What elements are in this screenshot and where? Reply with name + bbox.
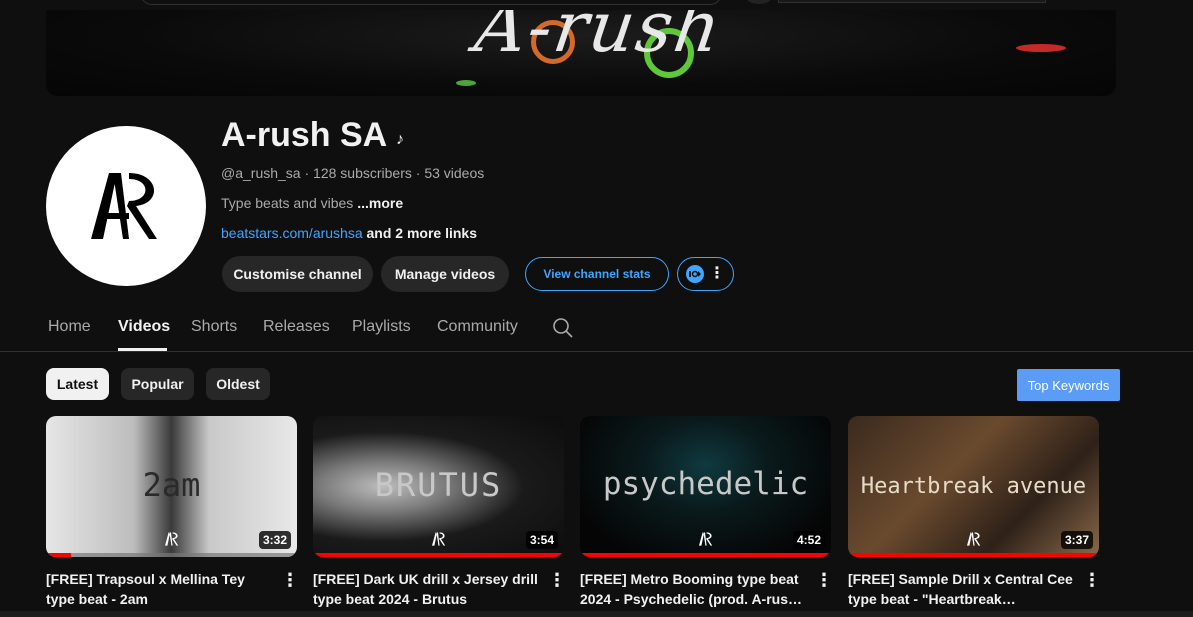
video-duration: 3:37 [1060,531,1093,549]
channel-meta: @a_rush_sa · 128 subscribers · 53 videos [221,165,484,181]
description-more-link[interactable]: ...more [357,195,403,211]
header-element-edge [778,0,1046,3]
channel-banner[interactable]: A-rush [46,10,1116,96]
music-note-icon: ♪ [396,131,404,148]
thumbnail-text: Heartbreak avenue [860,474,1087,499]
watch-progress [46,553,72,557]
tab-videos[interactable]: Videos [118,318,170,336]
more-links[interactable]: and 2 more links [367,225,477,241]
video-card[interactable]: Heartbreak avenue 3:37 [FREE] Sample Dri… [848,416,1101,607]
channel-description[interactable]: Type beats and vibes ...more [221,195,403,211]
thumbnail-text: BRUTUS [374,466,503,504]
ar-watermark [967,532,981,546]
mic-button-edge [746,0,772,4]
tab-community[interactable]: Community [437,318,518,336]
kebab-icon: ⋮ [709,265,725,282]
view-channel-stats-button[interactable]: View channel stats [525,257,669,291]
channel-avatar[interactable] [46,126,206,286]
video-duration: 4:52 [792,531,825,549]
watch-progress [313,553,564,557]
channel-link[interactable]: beatstars.com/arushsa [221,225,363,241]
video-thumbnail[interactable]: psychedelic 4:52 [580,416,831,557]
manage-videos-button[interactable]: Manage videos [381,256,509,292]
studio-options-button[interactable]: ⋮ [677,257,734,291]
channel-handle: @a_rush_sa [221,165,301,181]
tab-releases[interactable]: Releases [263,318,330,336]
progress-track [46,553,297,557]
kebab-icon[interactable]: ⋮ [815,570,833,591]
banner-glow [456,80,476,86]
video-thumbnail[interactable]: 2am 3:32 [46,416,297,557]
banner-title: A-rush [470,10,728,68]
video-card[interactable]: BRUTUS 3:54 [FREE] Dark UK drill x Jerse… [313,416,566,607]
ar-watermark [699,532,713,546]
customise-channel-button[interactable]: Customise channel [222,256,373,292]
video-thumbnail[interactable]: Heartbreak avenue 3:37 [848,416,1099,557]
video-title[interactable]: [FREE] Sample Drill x Central Cee type b… [848,569,1073,609]
kebab-icon[interactable]: ⋮ [548,570,566,591]
top-keywords-button[interactable]: Top Keywords [1017,369,1120,401]
watch-progress [848,553,1099,557]
video-card[interactable]: psychedelic 4:52 [FREE] Metro Booming ty… [580,416,833,607]
thumbnail-text: psychedelic [602,466,809,502]
video-title[interactable]: [FREE] Trapsoul x Mellina Tey type beat … [46,569,271,609]
video-card[interactable]: 2am 3:32 [FREE] Trapsoul x Mellina Tey t… [46,416,299,607]
tab-shorts[interactable]: Shorts [191,318,237,336]
thumbnail-text: 2am [142,466,201,504]
subscriber-count: 128 subscribers [313,165,412,181]
separator: · [415,165,421,181]
watch-progress [580,553,831,557]
search-bar-edge [140,0,722,5]
channel-links: beatstars.com/arushsa and 2 more links [221,225,477,241]
search-icon[interactable] [553,318,573,338]
channel-name: A-rush SA [221,116,388,154]
video-title[interactable]: [FREE] Metro Booming type beat 2024 - Ps… [580,569,805,609]
ar-watermark [432,532,446,546]
description-text: Type beats and vibes [221,195,354,211]
studio-icon [686,265,704,283]
video-thumbnail[interactable]: BRUTUS 3:54 [313,416,564,557]
filter-latest-chip[interactable]: Latest [46,368,109,400]
tab-home[interactable]: Home [48,318,91,336]
video-count: 53 videos [424,165,485,181]
kebab-icon[interactable]: ⋮ [1083,570,1101,591]
filter-oldest-chip[interactable]: Oldest [206,368,270,400]
filter-popular-chip[interactable]: Popular [121,368,194,400]
tabs-divider [0,351,1193,352]
horizontal-scrollbar[interactable] [0,611,1193,617]
ar-logo [91,173,157,239]
separator: · [304,165,310,181]
tab-playlists[interactable]: Playlists [352,318,411,336]
kebab-icon[interactable]: ⋮ [281,570,299,591]
ar-watermark [165,532,179,546]
banner-glow [1016,44,1066,52]
video-duration: 3:54 [525,531,558,549]
video-duration: 3:32 [258,531,291,549]
video-title[interactable]: [FREE] Dark UK drill x Jersey drill type… [313,569,538,609]
